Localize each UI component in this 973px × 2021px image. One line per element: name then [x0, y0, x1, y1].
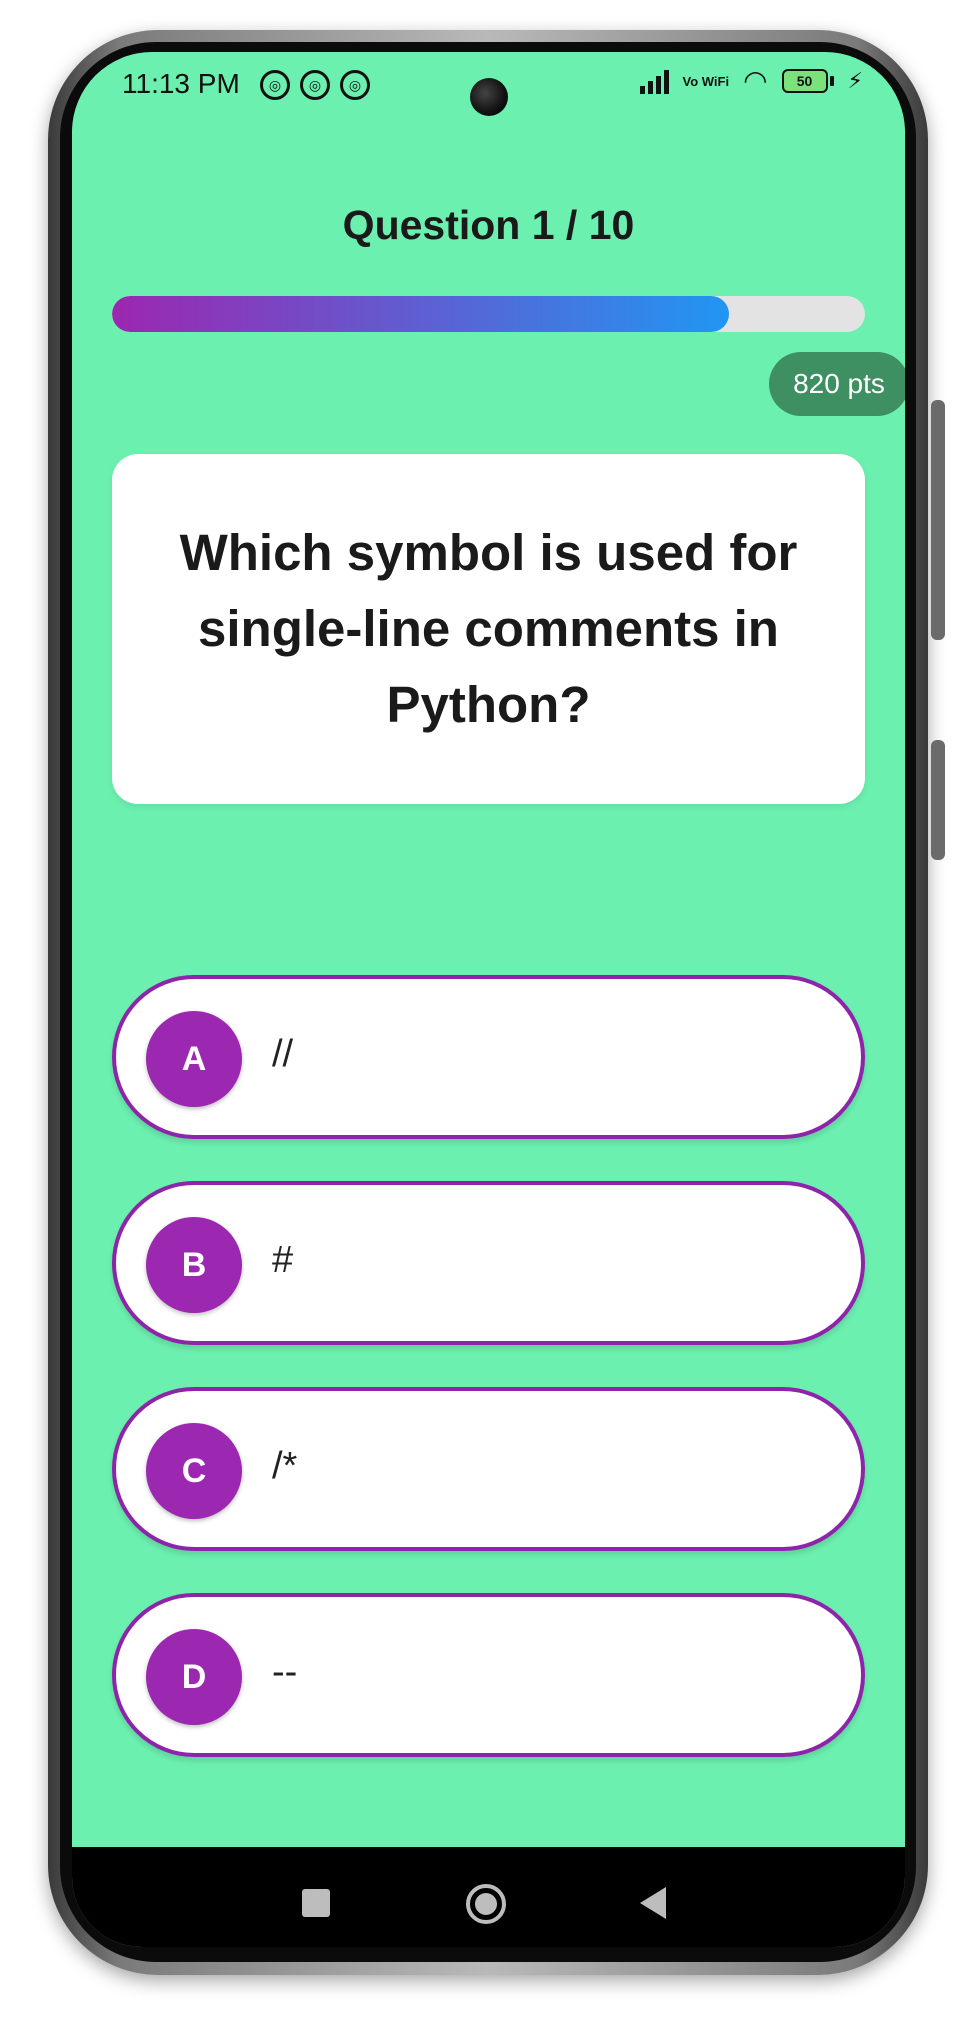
option-text: /*: [272, 1445, 298, 1487]
battery-icon: 50: [781, 69, 834, 93]
option-letter-badge: C: [146, 1423, 242, 1519]
status-notification-icons: ◎ ◎ ◎: [260, 70, 370, 100]
status-bar: 11:13 PM ◎ ◎ ◎ Vo WiFi ◠ 50 ⚡: [72, 52, 905, 132]
system-navigation-bar: [72, 1847, 905, 1947]
app-screen: 11:13 PM ◎ ◎ ◎ Vo WiFi ◠ 50 ⚡ Question 1…: [72, 52, 905, 1947]
recent-apps-icon[interactable]: [302, 1889, 330, 1917]
quiz-progress-bar: [112, 296, 865, 332]
home-icon[interactable]: [466, 1884, 506, 1924]
power-button: [931, 740, 945, 860]
answer-option-a[interactable]: A //: [112, 975, 865, 1139]
option-letter-badge: B: [146, 1217, 242, 1313]
battery-level: 50: [781, 69, 828, 93]
answer-option-d[interactable]: D --: [112, 1593, 865, 1757]
option-text: //: [272, 1033, 294, 1075]
question-text: Which symbol is used for single-line com…: [179, 524, 798, 733]
answer-option-b[interactable]: B #: [112, 1181, 865, 1345]
answer-option-c[interactable]: C /*: [112, 1387, 865, 1551]
front-camera: [470, 78, 508, 116]
status-indicators: Vo WiFi ◠ 50 ⚡: [639, 65, 863, 96]
option-letter-badge: D: [146, 1629, 242, 1725]
question-card: Which symbol is used for single-line com…: [112, 454, 865, 804]
option-letter-badge: A: [146, 1011, 242, 1107]
question-counter: Question 1 / 10: [342, 202, 635, 248]
option-text: --: [272, 1651, 298, 1693]
notification-icon: ◎: [300, 70, 330, 100]
signal-icon: [639, 68, 669, 94]
points-badge: 820 pts: [769, 352, 905, 416]
bolt-icon: ⚡: [847, 68, 863, 93]
status-time: 11:13 PM: [122, 68, 240, 99]
back-icon[interactable]: [640, 1887, 666, 1919]
notification-icon: ◎: [260, 70, 290, 100]
wifi-icon: ◠: [743, 65, 768, 96]
option-text: #: [272, 1239, 294, 1281]
volume-button: [931, 400, 945, 640]
quiz-progress-fill: [112, 296, 730, 332]
vowifi-label: Vo WiFi: [682, 73, 730, 89]
notification-icon: ◎: [340, 70, 370, 100]
